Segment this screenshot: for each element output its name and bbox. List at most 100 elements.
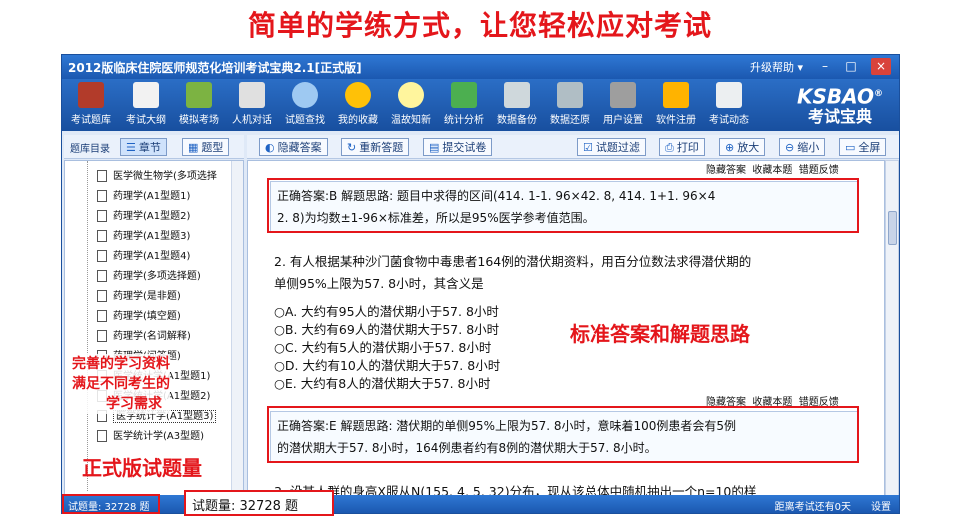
toolbar-backup[interactable]: 数据备份 <box>490 82 544 126</box>
tree-item-label: 医学微生物学(多项选择 <box>113 171 217 182</box>
toolbar-register[interactable]: 软件注册 <box>649 82 703 126</box>
backup-icon <box>504 82 530 108</box>
bulb-icon <box>398 82 424 108</box>
right-toolbar: ◐ 隐藏答案 ↻ 重新答题 ▤ 提交试卷 ☑ 试题过滤 ⎙ 打印 ⊕ 放大 ⊖ 缩小 ▭ 全屏 <box>247 135 899 159</box>
window-title: 2012版临床住院医师规范化培训考试宝典2.1[正式版] <box>68 61 362 75</box>
tree-item[interactable]: 药理学(A1型题4) <box>97 247 190 267</box>
tree-item[interactable]: 药理学(多项选择题) <box>97 267 201 287</box>
scroll-thumb[interactable] <box>888 211 897 245</box>
panel-title: 题库目录 <box>70 144 110 155</box>
tree-item[interactable]: 医学统计学(A3型题) <box>97 427 204 447</box>
tree-item[interactable]: 药理学(A1型题3) <box>97 227 190 247</box>
lock-icon <box>663 82 689 108</box>
document-icon <box>97 290 107 302</box>
button-label: 试题过滤 <box>595 141 640 154</box>
hide-answer-link[interactable]: 隐藏答案 <box>706 165 746 176</box>
submit-icon: ▤ <box>429 141 440 154</box>
minimize-button[interactable]: – <box>815 58 835 75</box>
tree-line <box>87 161 88 491</box>
toolbar-label: 试题查找 <box>285 115 325 126</box>
tree-item[interactable]: 药理学(填空题) <box>97 307 181 327</box>
restore-icon <box>557 82 583 108</box>
option-c[interactable]: ○C. 大约有5人的潜伏期小于57. 8小时 <box>274 337 491 356</box>
logo-subtext: 考试宝典 <box>807 106 872 126</box>
option-b[interactable]: ○B. 大约有69人的潜伏期大于57. 8小时 <box>274 319 499 338</box>
tree-scrollbar[interactable] <box>231 161 243 495</box>
toolbar-mock-exam[interactable]: 模拟考场 <box>172 82 226 126</box>
toolbar-syllabus[interactable]: 考试大纲 <box>119 82 173 126</box>
count-highlight-big: 试题量: 32728 题 <box>184 490 334 516</box>
toolbar-exam-bank[interactable]: 考试题库 <box>64 82 118 126</box>
document-icon <box>97 230 107 242</box>
option-e[interactable]: ○E. 大约有8人的潜伏期大于57. 8小时 <box>274 373 491 392</box>
toolbar-label: 考试题库 <box>71 115 111 126</box>
material-note: 完善的学习资料 满足不同考生的 学习需求 <box>72 354 170 414</box>
submit-button[interactable]: ▤ 提交试卷 <box>423 138 493 156</box>
button-label: 打印 <box>676 141 699 154</box>
tab-type-label: 题型 <box>201 141 224 154</box>
filter-icon: ☑ <box>583 141 593 154</box>
person-icon <box>239 82 265 108</box>
tree-item-label: 药理学(是非题) <box>113 291 181 302</box>
logo-text: KSBAO <box>796 84 874 109</box>
document-icon <box>97 430 107 442</box>
option-a[interactable]: ○A. 大约有95人的潜伏期小于57. 8小时 <box>274 301 499 320</box>
toolbar-dialogue[interactable]: 人机对话 <box>225 82 279 126</box>
tab-question-type[interactable]: ▦ 题型 <box>182 138 230 156</box>
book-icon <box>78 82 104 108</box>
zoom-in-button[interactable]: ⊕ 放大 <box>719 138 766 156</box>
button-label: 缩小 <box>797 141 820 154</box>
official-note: 正式版试题量 <box>82 456 202 480</box>
toolbar-favorites[interactable]: 我的收藏 <box>331 82 385 126</box>
document-icon <box>97 310 107 322</box>
tree-item-label: 医学统计学(A3型题) <box>113 431 205 442</box>
question-text: 3. 设某人群的身高X服从N(155. 4, 5. 32)分布，现从该总体中随机… <box>274 484 757 496</box>
logo-reg: ® <box>874 89 883 99</box>
answer-highlight-1 <box>267 178 859 233</box>
redo-button[interactable]: ↻ 重新答题 <box>341 138 410 156</box>
option-d[interactable]: ○D. 大约有10人的潜伏期大于57. 8小时 <box>274 355 500 374</box>
zoom-in-icon: ⊕ <box>725 141 735 154</box>
material-note-line: 学习需求 <box>106 396 162 412</box>
close-button[interactable]: × <box>871 58 891 75</box>
status-settings-link[interactable]: 设置 <box>871 498 891 513</box>
print-button[interactable]: ⎙ 打印 <box>659 138 705 156</box>
left-panel-header: 题库目录 ☰ 章节 ▦ 题型 <box>64 135 244 159</box>
outline-icon <box>133 82 159 108</box>
toolbar-restore[interactable]: 数据还原 <box>543 82 597 126</box>
document-icon <box>97 170 107 182</box>
toolbar-user-settings[interactable]: 用户设置 <box>596 82 650 126</box>
count-highlight-small <box>62 494 160 514</box>
collect-link[interactable]: 收藏本题 <box>752 165 792 176</box>
material-note-line: 满足不同考生的 <box>72 376 170 392</box>
toolbar-statistics[interactable]: 统计分析 <box>437 82 491 126</box>
tree-item[interactable]: 药理学(是非题) <box>97 287 181 307</box>
upgrade-help-menu[interactable]: 升级帮助 ▾ <box>750 59 803 75</box>
answer-note: 标准答案和解题思路 <box>570 322 750 346</box>
feedback-link[interactable]: 错题反馈 <box>799 165 839 176</box>
hide-answer-button[interactable]: ◐ 隐藏答案 <box>259 138 328 156</box>
hammer-icon <box>610 82 636 108</box>
document-icon <box>97 250 107 262</box>
count-big-text: 试题量: 32728 题 <box>192 499 298 514</box>
maximize-button[interactable]: □ <box>841 58 861 75</box>
tree-item[interactable]: 医学微生物学(多项选择 <box>97 167 217 187</box>
button-label: 隐藏答案 <box>277 141 322 154</box>
grid-icon: ▦ <box>188 141 199 154</box>
tree-item[interactable]: 药理学(A1型题2) <box>97 207 190 227</box>
toolbar-review[interactable]: 温故知新 <box>384 82 438 126</box>
zoom-out-button[interactable]: ⊖ 缩小 <box>779 138 826 156</box>
refresh-icon: ↻ <box>347 141 357 154</box>
fullscreen-button[interactable]: ▭ 全屏 <box>839 138 887 156</box>
toolbar-news[interactable]: 考试动态 <box>702 82 756 126</box>
headline: 简单的学练方式，让您轻松应对考试 <box>247 9 712 42</box>
toolbar-search[interactable]: 试题查找 <box>278 82 332 126</box>
title-bar: 2012版临床住院医师规范化培训考试宝典2.1[正式版] 升级帮助 ▾ – □ … <box>62 55 899 79</box>
chart-icon <box>451 82 477 108</box>
tab-chapter[interactable]: ☰ 章节 <box>120 138 167 156</box>
tree-item[interactable]: 药理学(A1型题1) <box>97 187 190 207</box>
ksbao-logo: KSBAO® 考试宝典 <box>795 83 885 127</box>
tree-item[interactable]: 药理学(名词解释) <box>97 327 191 347</box>
filter-button[interactable]: ☑ 试题过滤 <box>577 138 646 156</box>
content-scrollbar[interactable] <box>885 160 899 496</box>
